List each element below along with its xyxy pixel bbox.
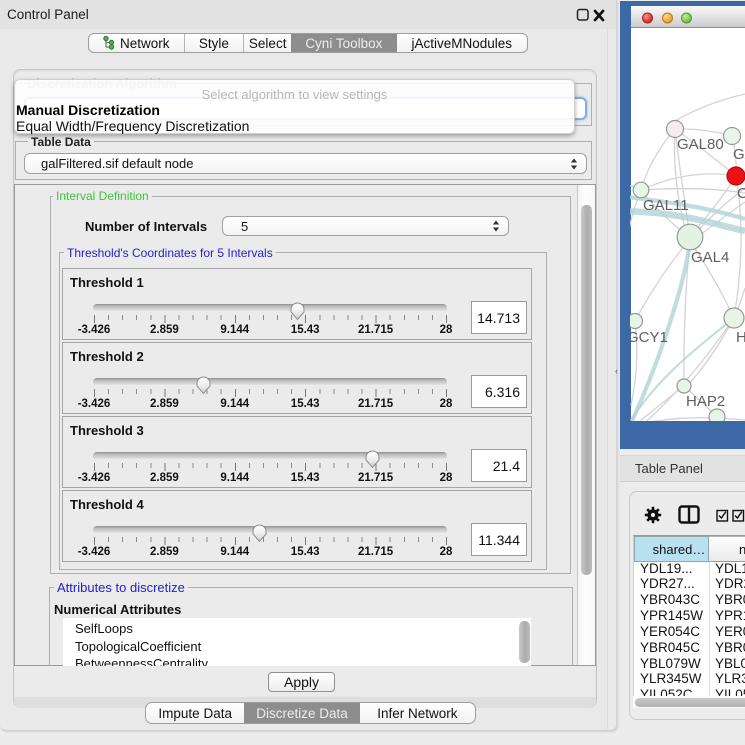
- svg-text:GAL80: GAL80: [677, 136, 724, 153]
- svg-text:HAP1: HAP1: [736, 329, 745, 346]
- svg-text:C: C: [737, 185, 745, 202]
- svg-text:HAP2: HAP2: [686, 393, 725, 410]
- svg-text:GAL4: GAL4: [691, 249, 729, 266]
- svg-text:GAL11: GAL11: [643, 197, 689, 214]
- svg-text:GAL: GAL: [733, 146, 745, 163]
- svg-text:GCY1: GCY1: [630, 329, 668, 346]
